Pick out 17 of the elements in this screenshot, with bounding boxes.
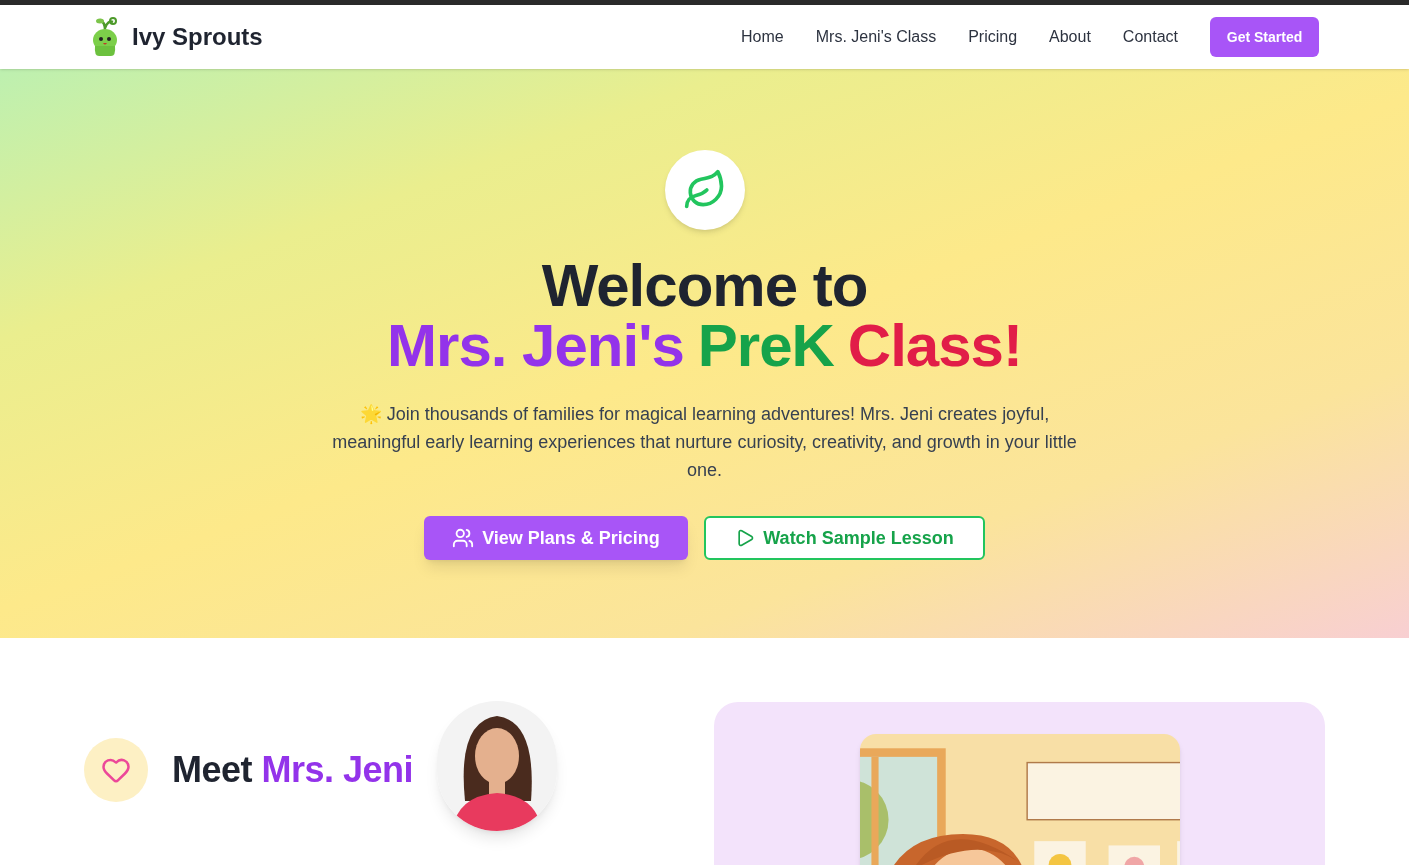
hero-title: PreK (697, 316, 834, 376)
nav-link[interactable]: Pricing (968, 25, 1018, 49)
hero-title: Welcome to (541, 252, 868, 319)
hero-intro: 🌟 Join thousands of families for magical learning adventures! Mrs. Jeni creates joyful, meaningful early learning experiences that nurture curiosity, creativity, and growth in your little one. (332, 403, 1077, 482)
nav-link[interactable]: Contact (1122, 25, 1178, 49)
people-icon (452, 527, 475, 549)
nav-link[interactable]: Home (741, 25, 784, 49)
view-plans-button[interactable]: View Plans & Pricing (424, 516, 688, 560)
play-icon (735, 528, 756, 548)
hero-title: Class! (847, 316, 1022, 376)
hero-title: Mrs. Jeni's (387, 316, 684, 376)
brand-name[interactable]: Ivy Sprouts (132, 19, 263, 55)
sprout-mascot-icon (90, 16, 120, 58)
nav-link[interactable]: Mrs. Jeni's Class (815, 25, 937, 49)
meet-heading: Meet Mrs. Jeni (172, 748, 414, 792)
nav-link[interactable]: About (1049, 25, 1091, 49)
get-started-button[interactable]: Get Started (1210, 17, 1319, 57)
